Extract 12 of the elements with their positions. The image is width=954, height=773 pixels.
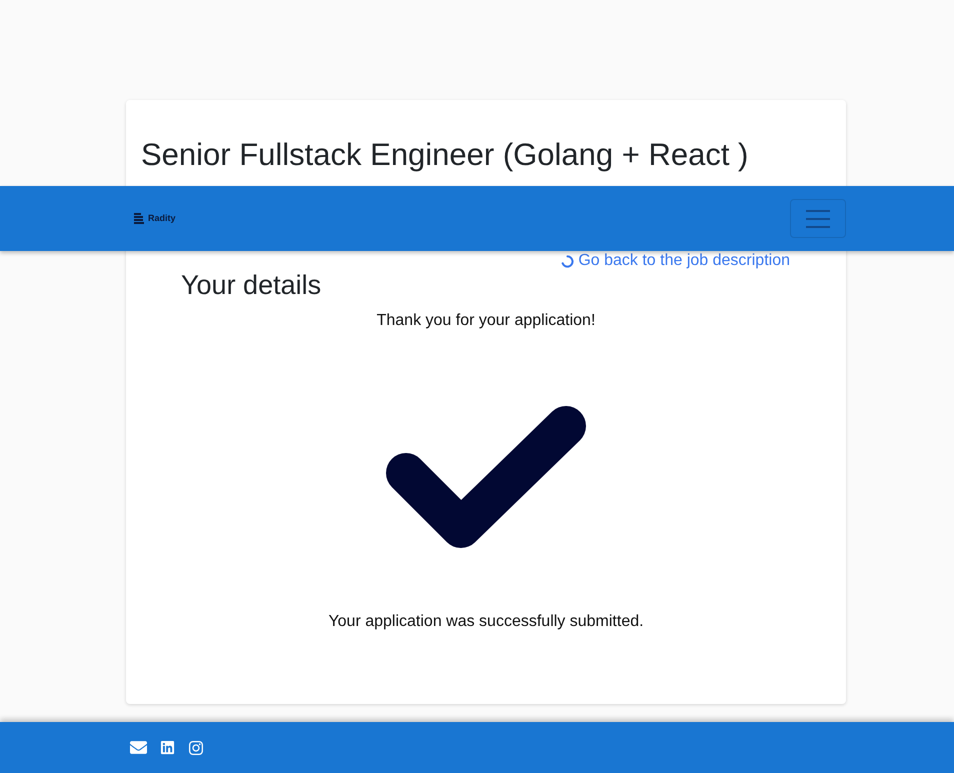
logo-icon: [134, 213, 144, 224]
instagram-icon[interactable]: [188, 740, 204, 756]
menu-icon: [806, 210, 830, 228]
spinner-icon: [561, 254, 574, 268]
back-link[interactable]: Go back to the job description: [561, 252, 790, 270]
logo-link[interactable]: Radity: [134, 213, 176, 224]
confirmation-message: Your application was successfully submitted.: [328, 612, 644, 632]
email-icon[interactable]: [130, 739, 147, 756]
section-heading: Your details: [181, 270, 322, 300]
job-title: Senior Fullstack Engineer (Golang + React ): [141, 137, 748, 173]
thank-you-message: Thank you for your application!: [376, 311, 596, 331]
linkedin-icon[interactable]: [160, 740, 175, 755]
